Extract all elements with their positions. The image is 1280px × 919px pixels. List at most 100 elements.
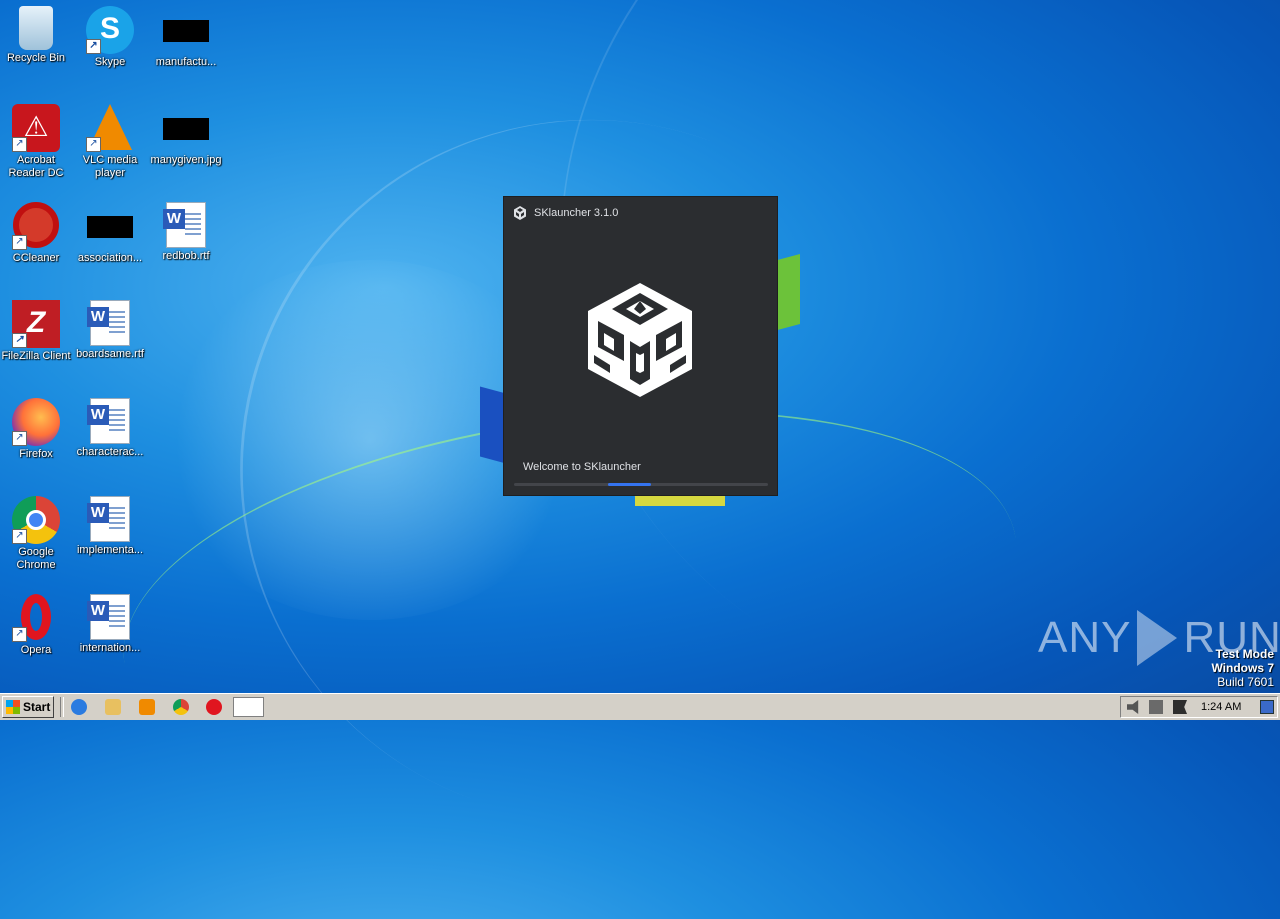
desktop-icon-label: boardsame.rtf bbox=[76, 348, 144, 360]
desktop-icon-label: implementa... bbox=[76, 544, 144, 556]
ie-icon[interactable] bbox=[71, 699, 87, 715]
desktop-icon-recycle-bin[interactable]: Recycle Bin bbox=[0, 6, 74, 65]
desktop-icon-association[interactable]: association... bbox=[72, 202, 148, 265]
shortcut-arrow-icon: ↗ bbox=[12, 235, 27, 250]
desktop-icon-ccleaner[interactable]: ↗ CCleaner bbox=[0, 202, 74, 265]
desktop-icon-label: VLC media player bbox=[82, 154, 138, 179]
shortcut-arrow-icon: ↗ bbox=[12, 333, 27, 348]
splash-title: SKlauncher 3.1.0 bbox=[534, 207, 619, 219]
media-player-icon[interactable] bbox=[139, 699, 155, 715]
desktop-icon-manufactu[interactable]: manufactu... bbox=[148, 6, 224, 69]
desktop-icon-label: internation... bbox=[79, 642, 141, 654]
desktop-icon-label: Google Chrome bbox=[16, 546, 56, 571]
desktop-icon-boardsame[interactable]: W boardsame.rtf bbox=[72, 300, 148, 361]
document-lines bbox=[109, 311, 125, 335]
desktop-icon-label: association... bbox=[77, 252, 143, 264]
test-mode-label: Test Mode bbox=[1215, 647, 1274, 661]
shortcut-arrow-icon: ↗ bbox=[12, 627, 27, 642]
firefox-icon: ↗ bbox=[12, 398, 60, 446]
sklauncher-logo-icon bbox=[514, 206, 526, 220]
recycle-bin-icon bbox=[19, 6, 53, 50]
word-badge-icon: W bbox=[163, 209, 185, 229]
document-lines bbox=[109, 409, 125, 433]
desktop-icon-label: redbob.rtf bbox=[162, 250, 210, 262]
network-icon[interactable] bbox=[1149, 700, 1163, 714]
explorer-icon[interactable] bbox=[105, 699, 121, 715]
desktop-icon-label: Recycle Bin bbox=[6, 52, 66, 64]
word-document-icon: W bbox=[87, 594, 130, 640]
opera-icon-wrap: ↗ bbox=[12, 594, 60, 642]
desktop-icon-acrobat[interactable]: ⚠ ↗ Acrobat Reader DC bbox=[0, 104, 74, 180]
desktop-icon-filezilla[interactable]: Z ↗ FileZilla Client bbox=[0, 300, 74, 363]
desktop-icon-skype[interactable]: S ↗ Skype bbox=[72, 6, 148, 69]
redacted-file-icon bbox=[163, 118, 209, 140]
shortcut-arrow-icon: ↗ bbox=[12, 137, 27, 152]
skype-icon: S ↗ bbox=[86, 6, 134, 54]
filezilla-icon: Z ↗ bbox=[12, 300, 60, 348]
redacted-file-icon bbox=[163, 20, 209, 42]
word-badge-icon: W bbox=[87, 601, 109, 621]
desktop-icon-manygiven[interactable]: manygiven.jpg bbox=[148, 104, 224, 167]
start-label: Start bbox=[23, 700, 51, 714]
ccleaner-icon-wrap: ↗ bbox=[12, 202, 60, 250]
desktop-icon-label: characterac... bbox=[76, 446, 144, 458]
shortcut-arrow-icon: ↗ bbox=[86, 137, 101, 152]
sklauncher-cube-logo-icon bbox=[588, 283, 692, 397]
document-lines bbox=[109, 507, 125, 531]
chrome-icon[interactable] bbox=[173, 699, 189, 715]
desktop-icon-label: CCleaner bbox=[12, 252, 60, 264]
splash-title-bar: SKlauncher 3.1.0 bbox=[512, 205, 618, 221]
taskbar-window-button[interactable] bbox=[233, 697, 264, 717]
word-document-icon: W bbox=[87, 398, 130, 444]
splash-progress-bar bbox=[514, 483, 768, 486]
start-button[interactable]: Start bbox=[2, 696, 54, 718]
desktop-icon-chrome[interactable]: ↗ Google Chrome bbox=[0, 496, 74, 572]
acrobat-icon: ⚠ ↗ bbox=[12, 104, 60, 152]
play-icon bbox=[1137, 610, 1178, 666]
chrome-icon: ↗ bbox=[12, 496, 60, 544]
shortcut-arrow-icon: ↗ bbox=[12, 431, 27, 446]
desktop-icon-label: manufactu... bbox=[155, 56, 217, 68]
taskbar: Start 1:24 AM bbox=[0, 693, 1280, 720]
splash-status-text: Welcome to SKlauncher bbox=[523, 461, 641, 473]
desktop-icon-redbob[interactable]: W redbob.rtf bbox=[148, 202, 224, 263]
sklauncher-splash-window: SKlauncher 3.1.0 Welcome to SKlauncher bbox=[503, 196, 778, 496]
taskbar-separator bbox=[60, 697, 64, 717]
word-badge-icon: W bbox=[87, 503, 109, 523]
show-desktop-icon[interactable] bbox=[1260, 700, 1274, 714]
desktop-icon-vlc[interactable]: ↗ VLC media player bbox=[72, 104, 148, 180]
desktop-icon-label: FileZilla Client bbox=[1, 350, 71, 362]
splash-progress-fill bbox=[608, 483, 651, 486]
word-document-icon: W bbox=[87, 496, 130, 542]
word-document-icon: W bbox=[87, 300, 130, 346]
shortcut-arrow-icon: ↗ bbox=[12, 529, 27, 544]
word-document-icon: W bbox=[163, 202, 206, 248]
os-label: Windows 7 bbox=[1211, 661, 1274, 675]
system-tray: 1:24 AM bbox=[1120, 696, 1278, 718]
test-mode-notice: Test Mode Windows 7 Build 7601 bbox=[1211, 647, 1274, 689]
desktop-icon-opera[interactable]: ↗ Opera bbox=[0, 594, 74, 657]
vlc-icon-wrap: ↗ bbox=[86, 104, 134, 152]
document-lines bbox=[109, 605, 125, 629]
build-label: Build 7601 bbox=[1217, 675, 1274, 689]
shortcut-arrow-icon: ↗ bbox=[86, 39, 101, 54]
desktop-icon-label: Acrobat Reader DC bbox=[8, 154, 64, 179]
speaker-icon[interactable] bbox=[1127, 700, 1139, 714]
word-badge-icon: W bbox=[87, 405, 109, 425]
watermark-brand-left: ANY bbox=[1038, 613, 1132, 662]
desktop-icon-firefox[interactable]: ↗ Firefox bbox=[0, 398, 74, 461]
desktop-icon-implementa[interactable]: W implementa... bbox=[72, 496, 148, 557]
desktop-icon-characterac[interactable]: W characterac... bbox=[72, 398, 148, 459]
opera-icon[interactable] bbox=[206, 699, 222, 715]
desktop-icon-internation[interactable]: W internation... bbox=[72, 594, 148, 655]
clock[interactable]: 1:24 AM bbox=[1201, 701, 1241, 713]
redacted-file-icon bbox=[87, 216, 133, 238]
desktop-icon-label: manygiven.jpg bbox=[150, 154, 222, 166]
desktop-icon-label: Opera bbox=[20, 644, 52, 656]
desktop-icon-label: Skype bbox=[94, 56, 126, 68]
document-lines bbox=[185, 213, 201, 237]
windows-flag-icon bbox=[6, 700, 20, 714]
desktop-icon-label: Firefox bbox=[19, 448, 53, 460]
word-badge-icon: W bbox=[87, 307, 109, 327]
action-center-flag-icon[interactable] bbox=[1173, 700, 1187, 714]
